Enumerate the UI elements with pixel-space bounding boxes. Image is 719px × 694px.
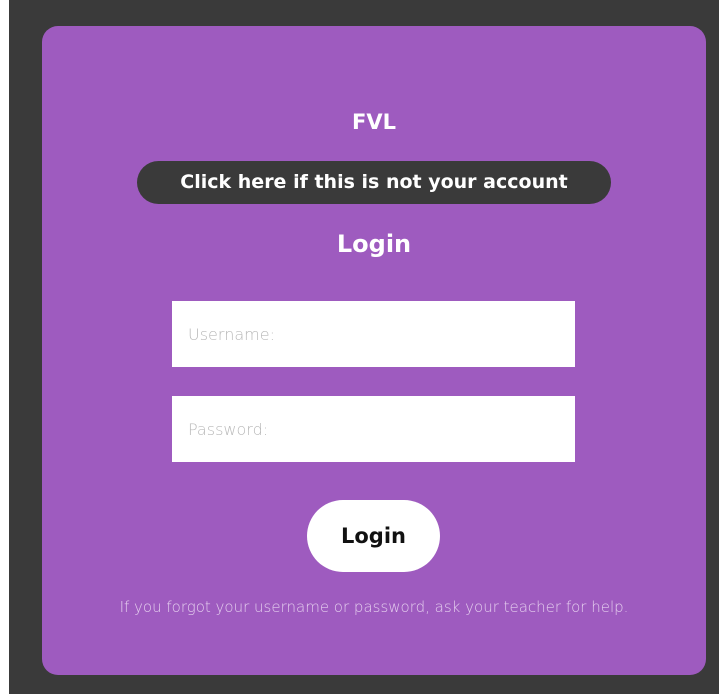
page: FVL Click here if this is not your accou… (0, 0, 719, 694)
password-input[interactable] (172, 396, 575, 462)
left-edge-strip (0, 0, 9, 694)
login-button[interactable]: Login (307, 500, 440, 572)
login-heading: Login (336, 230, 412, 258)
site-title: FVL (352, 110, 396, 134)
login-card: FVL Click here if this is not your accou… (42, 26, 706, 675)
not-your-account-button[interactable]: Click here if this is not your account (137, 161, 611, 204)
username-input[interactable] (172, 301, 575, 367)
help-text: If you forgot your username or password,… (119, 598, 629, 616)
